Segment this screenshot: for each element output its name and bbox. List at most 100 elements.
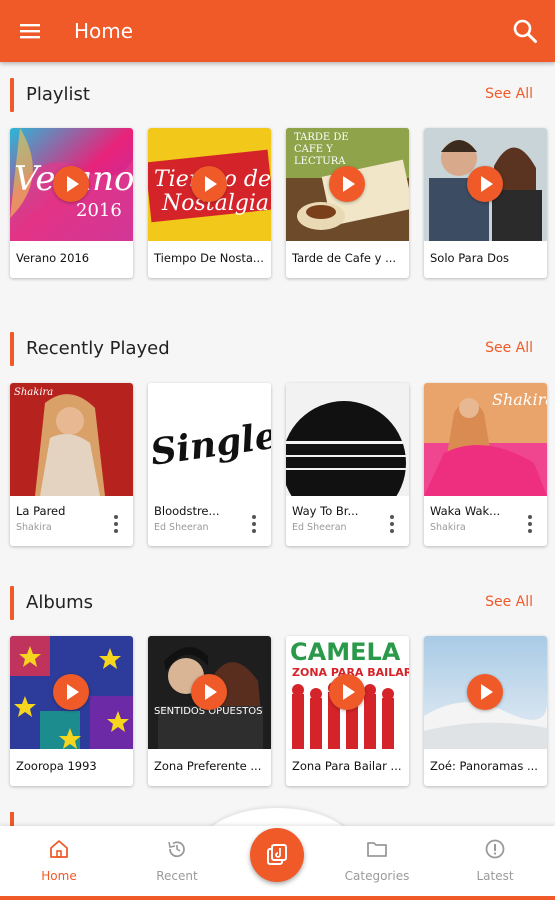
- see-all-recent-link[interactable]: See All: [485, 340, 533, 356]
- alert-circle-icon: [485, 839, 505, 859]
- nav-recent[interactable]: Recent: [137, 838, 217, 883]
- section-title: Albums: [26, 592, 94, 613]
- cover-image: [424, 636, 547, 749]
- search-button[interactable]: [495, 0, 555, 62]
- play-icon: [66, 684, 79, 700]
- song-title: Waka Wak...: [430, 504, 501, 518]
- song-title: Way To Br...: [292, 504, 359, 518]
- play-button[interactable]: [191, 166, 227, 202]
- playlist-card[interactable]: TARDE DE CAFE Y LECTURA Tarde de Cafe y …: [286, 128, 409, 278]
- play-button[interactable]: [467, 166, 503, 202]
- cover-image: Verano 2016: [10, 128, 133, 241]
- song-title: Bloodstre...: [154, 504, 220, 518]
- play-button[interactable]: [53, 166, 89, 202]
- svg-text:CAMELA: CAMELA: [290, 638, 401, 666]
- song-card[interactable]: Shakira Waka Wak... Shakira: [424, 383, 547, 546]
- play-icon: [480, 176, 493, 192]
- nav-latest[interactable]: Latest: [455, 838, 535, 883]
- svg-text:2016: 2016: [76, 200, 122, 221]
- cover-image: Shakira: [424, 383, 547, 496]
- more-options-button[interactable]: [251, 515, 257, 533]
- nav-home[interactable]: Home: [19, 838, 99, 883]
- svg-text:Shakira: Shakira: [14, 387, 53, 398]
- playlist-card[interactable]: Solo Para Dos: [424, 128, 547, 278]
- home-icon: [50, 840, 68, 858]
- nav-home-label: Home: [41, 869, 77, 883]
- cover-image: Tiempo de Nostalgia: [148, 128, 271, 241]
- play-button[interactable]: [467, 674, 503, 710]
- cover-image: SENTIDOS OPUESTOS: [148, 636, 271, 749]
- hamburger-icon: [20, 24, 40, 39]
- section-accent-bar: [10, 78, 14, 112]
- play-button[interactable]: [329, 674, 365, 710]
- play-icon: [480, 684, 493, 700]
- cover-image: Shakira: [10, 383, 133, 496]
- album-name: Zooropa 1993: [16, 759, 97, 773]
- nav-categories[interactable]: Categories: [337, 838, 417, 883]
- albums-row: Zooropa 1993 SENTIDOS OPUESTOS Zona Pref…: [10, 636, 547, 786]
- section-header: Albums See All: [0, 580, 555, 628]
- album-card[interactable]: Zooropa 1993: [10, 636, 133, 786]
- page-title: Home: [74, 19, 134, 43]
- menu-button[interactable]: [0, 0, 60, 62]
- more-vert-icon: [252, 515, 256, 519]
- svg-text:Shakira: Shakira: [492, 390, 547, 409]
- recently-played-row: Shakira La Pared Shakira Singles Bloodst…: [10, 383, 547, 546]
- see-all-playlist-link[interactable]: See All: [485, 86, 533, 102]
- album-name: Zoé: Panoramas ...: [430, 759, 538, 773]
- playlist-name: Verano 2016: [16, 251, 90, 265]
- svg-text:TARDE DE: TARDE DE: [294, 132, 349, 143]
- play-button[interactable]: [53, 674, 89, 710]
- playlist-name: Tiempo De Nosta...: [154, 251, 264, 265]
- section-accent-bar: [10, 812, 14, 826]
- playlist-name: Solo Para Dos: [430, 251, 510, 265]
- section-header: Playlist See All: [0, 72, 555, 120]
- playlist-section: Playlist See All: [0, 72, 555, 120]
- album-name: Zona Preferente ...: [154, 759, 262, 773]
- more-options-button[interactable]: [113, 515, 119, 533]
- app-bar: Home: [0, 0, 555, 62]
- song-card[interactable]: Shakira La Pared Shakira: [10, 383, 133, 546]
- album-card[interactable]: SENTIDOS OPUESTOS Zona Preferente ...: [148, 636, 271, 786]
- nav-latest-label: Latest: [476, 869, 514, 883]
- more-options-button[interactable]: [389, 515, 395, 533]
- play-button[interactable]: [191, 674, 227, 710]
- playlist-row: Verano 2016 Verano 2016 Tiempo de Nostal…: [10, 128, 547, 278]
- song-title: La Pared: [16, 504, 66, 518]
- play-icon: [66, 176, 79, 192]
- cover-image: TARDE DE CAFE Y LECTURA: [286, 128, 409, 241]
- play-icon: [204, 684, 217, 700]
- play-icon: [342, 684, 355, 700]
- recently-played-section: Recently Played See All: [0, 326, 555, 374]
- playlist-card[interactable]: Verano 2016 Verano 2016: [10, 128, 133, 278]
- playlist-card[interactable]: Tiempo de Nostalgia Tiempo De Nosta...: [148, 128, 271, 278]
- library-fab-button[interactable]: [250, 828, 304, 882]
- section-header: Recently Played See All: [0, 326, 555, 374]
- section-title: Recently Played: [26, 338, 170, 359]
- cover-image: [424, 128, 547, 241]
- more-vert-icon: [114, 515, 118, 519]
- more-vert-icon: [390, 515, 394, 519]
- play-button[interactable]: [329, 166, 365, 202]
- folder-icon: [367, 842, 387, 857]
- nav-recent-label: Recent: [156, 869, 198, 883]
- cover-image: [286, 383, 409, 496]
- play-icon: [342, 176, 355, 192]
- cover-image: Singles: [148, 383, 271, 496]
- more-options-button[interactable]: [527, 515, 533, 533]
- album-name: Zona Para Bailar ...: [292, 759, 402, 773]
- bottom-accent-line: [0, 896, 555, 900]
- more-vert-icon: [528, 515, 532, 519]
- album-card[interactable]: Zoé: Panoramas ...: [424, 636, 547, 786]
- section-accent-bar: [10, 332, 14, 366]
- cover-image: CAMELA ZONA PARA BAILAR: [286, 636, 409, 749]
- song-card[interactable]: Way To Br... Ed Sheeran: [286, 383, 409, 546]
- song-card[interactable]: Singles Bloodstre... Ed Sheeran: [148, 383, 271, 546]
- albums-section: Albums See All: [0, 580, 555, 628]
- album-card[interactable]: CAMELA ZONA PARA BAILAR Zona Para Bailar…: [286, 636, 409, 786]
- section-accent-bar: [10, 586, 14, 620]
- see-all-albums-link[interactable]: See All: [485, 594, 533, 610]
- search-icon: [513, 19, 537, 43]
- svg-text:CAFE Y: CAFE Y: [294, 144, 333, 155]
- playlist-name: Tarde de Cafe y ...: [292, 251, 397, 265]
